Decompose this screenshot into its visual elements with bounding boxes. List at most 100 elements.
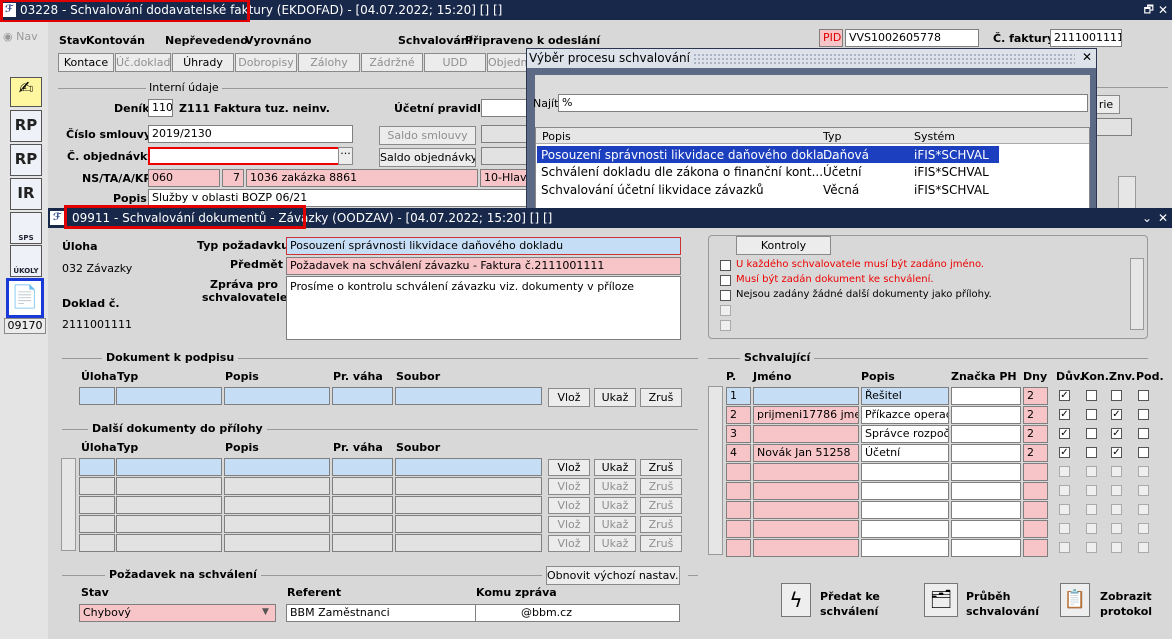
schval-znacka-field[interactable] (951, 482, 1021, 500)
schval-scrollbar[interactable] (708, 386, 723, 555)
poz-stav-dropdown[interactable]: Chybový (79, 604, 276, 622)
schval-duv-checkbox[interactable]: ✓ (1059, 428, 1070, 439)
komu-field[interactable]: @bbm.cz (475, 604, 680, 622)
schval-pod-checkbox[interactable] (1138, 409, 1149, 420)
row-typ[interactable]: Věcná (823, 183, 859, 197)
schval-popis-field[interactable]: Příkazce operace (861, 406, 949, 424)
dalsi-doc-field[interactable] (395, 477, 542, 495)
dalsi-doc-field[interactable] (116, 496, 222, 514)
schval-kon-checkbox[interactable] (1086, 428, 1097, 439)
schval-jmeno-field[interactable] (753, 501, 859, 519)
dalsi-doc-field[interactable] (116, 534, 222, 552)
schval-jmeno-field[interactable] (753, 425, 859, 443)
dalsi-doc-field[interactable] (79, 496, 115, 514)
schval-dny-field[interactable]: 2 (1023, 387, 1048, 405)
schval-pod-checkbox[interactable] (1138, 447, 1149, 458)
ns-field[interactable]: 060 (148, 169, 220, 187)
schval-duv-checkbox[interactable]: ✓ (1059, 409, 1070, 420)
kontroly-scrollbar[interactable] (1130, 258, 1144, 330)
schval-dny-field[interactable] (1023, 482, 1048, 500)
dok-popis-field[interactable] (224, 387, 330, 405)
sidebar-item-ir[interactable]: IR (10, 178, 42, 210)
dalsi-doc-field[interactable] (332, 515, 393, 533)
folders-icon[interactable]: 🗂 (924, 583, 958, 617)
ucdoklad-button[interactable]: Úč.doklad (115, 53, 171, 72)
referent-field[interactable]: BBM Zaměstnanci (286, 604, 478, 622)
dobropisy-button[interactable]: Dobropisy (235, 53, 297, 72)
schval-p-field[interactable] (726, 501, 751, 519)
ukaz-button[interactable]: Ukaž (594, 388, 636, 407)
dalsi-doc-field[interactable] (116, 515, 222, 533)
schval-dny-field[interactable]: 2 (1023, 444, 1048, 462)
a-field[interactable]: 1036 zakázka 8861 (246, 169, 478, 187)
kontrola-check[interactable] (720, 275, 731, 286)
schval-p-field[interactable]: 2 (726, 406, 751, 424)
row-typ[interactable]: Daňová (823, 148, 869, 162)
vloz-button[interactable]: Vlož (548, 459, 590, 476)
schval-dny-field[interactable] (1023, 463, 1048, 481)
schval-p-field[interactable]: 1 (726, 387, 751, 405)
schval-dny-field[interactable] (1023, 520, 1048, 538)
vloz-button[interactable]: Vlož (548, 478, 590, 495)
schval-znv-checkbox[interactable]: ✓ (1111, 428, 1122, 439)
denik-field[interactable]: 110 (148, 99, 173, 117)
row-system[interactable]: iFIS*SCHVAL (914, 183, 989, 197)
schval-dny-field[interactable] (1023, 501, 1048, 519)
schval-popis-field[interactable] (861, 501, 949, 519)
typ-field[interactable]: Posouzení správnosti likvidace daňového … (286, 237, 681, 255)
schval-dny-field[interactable]: 2 (1023, 425, 1048, 443)
dalsi-doc-field[interactable] (332, 496, 393, 514)
zrus-button[interactable]: Zruš (640, 388, 682, 407)
dalsi-doc-field[interactable] (395, 534, 542, 552)
schval-znacka-field[interactable] (951, 387, 1021, 405)
schval-kon-checkbox[interactable] (1086, 390, 1097, 401)
dalsi-doc-field[interactable] (332, 458, 393, 476)
ukaz-button[interactable]: Ukaž (594, 459, 636, 476)
najit-field[interactable]: % (558, 94, 1088, 112)
sidebar-bottom-label[interactable]: 09170 (4, 318, 46, 334)
dalsi-doc-field[interactable] (332, 477, 393, 495)
vloz-button[interactable]: Vlož (548, 516, 590, 533)
sidebar-item-ukoly[interactable]: ÚKOLY (10, 245, 42, 277)
schval-p-field[interactable]: 4 (726, 444, 751, 462)
dalsi-doc-field[interactable] (79, 534, 115, 552)
close-icon[interactable]: ✕ (1158, 0, 1168, 20)
row-system[interactable]: iFIS*SCHVAL (914, 148, 989, 162)
schval-jmeno-field[interactable]: Novák Jan 51258 (753, 444, 859, 462)
schval-popis-field[interactable] (861, 539, 949, 557)
udd-button[interactable]: UDD (424, 53, 486, 72)
prubeh-button[interactable]: Průběh schvalování (966, 589, 1046, 619)
dalsi-doc-field[interactable] (116, 458, 222, 476)
sidebar-item-sign[interactable]: ✍ (10, 77, 42, 107)
schval-jmeno-field[interactable] (753, 539, 859, 557)
sidebar-item-rp2[interactable]: RP (10, 144, 42, 176)
dalsi-doc-field[interactable] (79, 515, 115, 533)
row-system[interactable]: iFIS*SCHVAL (914, 165, 989, 179)
dok-vaha-field[interactable] (332, 387, 393, 405)
vloz-button[interactable]: Vlož (548, 388, 590, 407)
c-objednavky-field[interactable] (148, 147, 340, 165)
schval-znacka-field[interactable] (951, 463, 1021, 481)
kontace-button[interactable]: Kontace (58, 53, 114, 72)
schval-p-field[interactable] (726, 463, 751, 481)
sidebar-item-rp1[interactable]: RP (10, 110, 42, 142)
zadrzne-button[interactable]: Zádržné (361, 53, 423, 72)
schval-jmeno-field[interactable] (753, 520, 859, 538)
schval-znacka-field[interactable] (951, 501, 1021, 519)
dalsi-doc-field[interactable] (395, 496, 542, 514)
nav-toggle[interactable]: ◉ Nav (3, 30, 38, 43)
kontroly-button[interactable]: Kontroly (736, 236, 831, 255)
schval-jmeno-field[interactable] (753, 387, 859, 405)
schval-kon-checkbox[interactable] (1086, 409, 1097, 420)
protocol-icon[interactable]: 📋 (1060, 583, 1090, 617)
row-typ[interactable]: Účetní (823, 165, 861, 179)
dalsi-doc-field[interactable] (224, 496, 330, 514)
schval-znv-checkbox[interactable]: ✓ (1111, 409, 1122, 420)
dalsi-doc-field[interactable] (224, 477, 330, 495)
row-popis[interactable]: Posouzení správnosti likvidace daňového … (541, 148, 835, 162)
kontrola-check[interactable] (720, 290, 731, 301)
popup-close-icon[interactable]: ✕ (1082, 50, 1092, 64)
schval-jmeno-field[interactable]: prijmeni17786 jmeno1 (753, 406, 859, 424)
dalsi-doc-field[interactable] (395, 515, 542, 533)
schval-kon-checkbox[interactable] (1086, 447, 1097, 458)
